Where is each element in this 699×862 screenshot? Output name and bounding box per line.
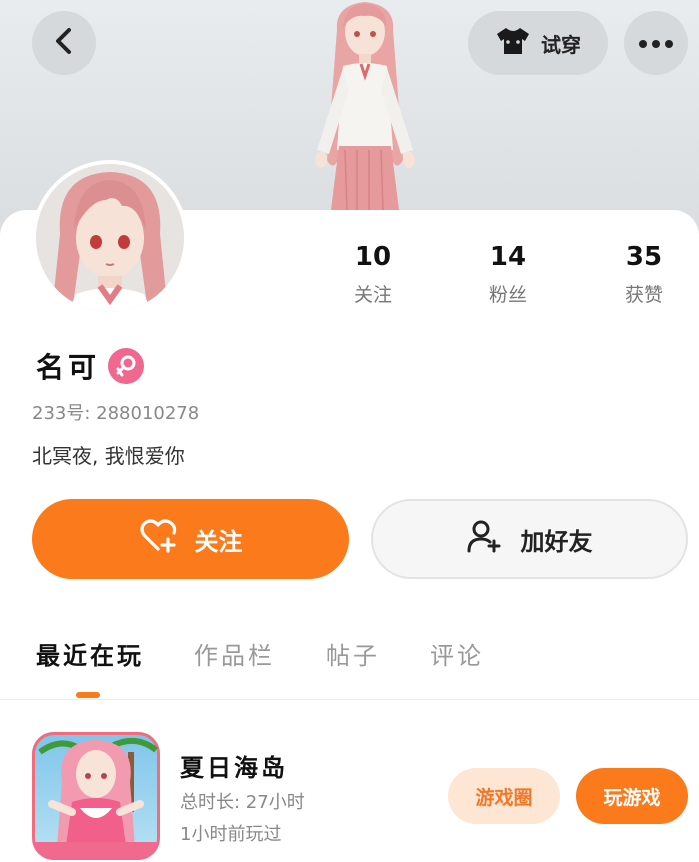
stat-fans-label: 粉丝 [488,284,527,306]
add-friend-label: 加好友 [520,527,593,556]
more-dots-icon [638,34,674,53]
stat-likes[interactable]: 35 获赞 [599,240,689,307]
tab-comments[interactable]: 评论 [430,636,484,671]
back-button[interactable] [32,11,96,75]
game-icon[interactable] [32,732,160,860]
game-total-time: 总时长: 27小时 [180,792,305,813]
stat-likes-value: 35 [625,242,663,272]
add-friend-button[interactable]: 加好友 [371,499,688,579]
follow-button[interactable]: 关注 [32,499,349,579]
stat-following[interactable]: 10 关注 [328,240,418,307]
game-last-played: 1小时前玩过 [180,824,282,845]
chevron-left-icon [53,27,75,59]
avatar-image [36,164,184,312]
female-icon [108,348,144,384]
user-plus-icon [467,519,503,559]
stat-following-label: 关注 [353,284,392,306]
game-circle-button[interactable]: 游戏圈 [448,768,560,824]
tshirt-icon [495,26,531,61]
stat-following-value: 10 [354,242,392,272]
stat-likes-label: 获赞 [624,284,663,306]
more-button[interactable] [624,11,688,75]
divider [0,699,699,700]
character-model [315,2,415,211]
tab-indicator [76,692,100,698]
user-name: 名可 [36,351,101,384]
avatar[interactable] [32,160,188,316]
play-game-button[interactable]: 玩游戏 [576,768,688,824]
tab-recent-played[interactable]: 最近在玩 [36,636,144,671]
game-cover-image [32,732,160,860]
heart-plus-icon [139,519,177,559]
game-title[interactable]: 夏日海岛 [180,748,288,783]
follow-label: 关注 [194,527,243,556]
stat-fans-value: 14 [489,242,527,272]
try-on-label: 试穿 [541,32,581,57]
tab-posts[interactable]: 帖子 [326,636,380,671]
user-bio: 北冥夜, 我恨爱你 [32,444,185,468]
user-id: 233号: 288010278 [32,403,200,424]
tab-works[interactable]: 作品栏 [194,636,275,671]
try-on-button[interactable]: 试穿 [468,11,608,75]
stat-fans[interactable]: 14 粉丝 [463,240,553,307]
